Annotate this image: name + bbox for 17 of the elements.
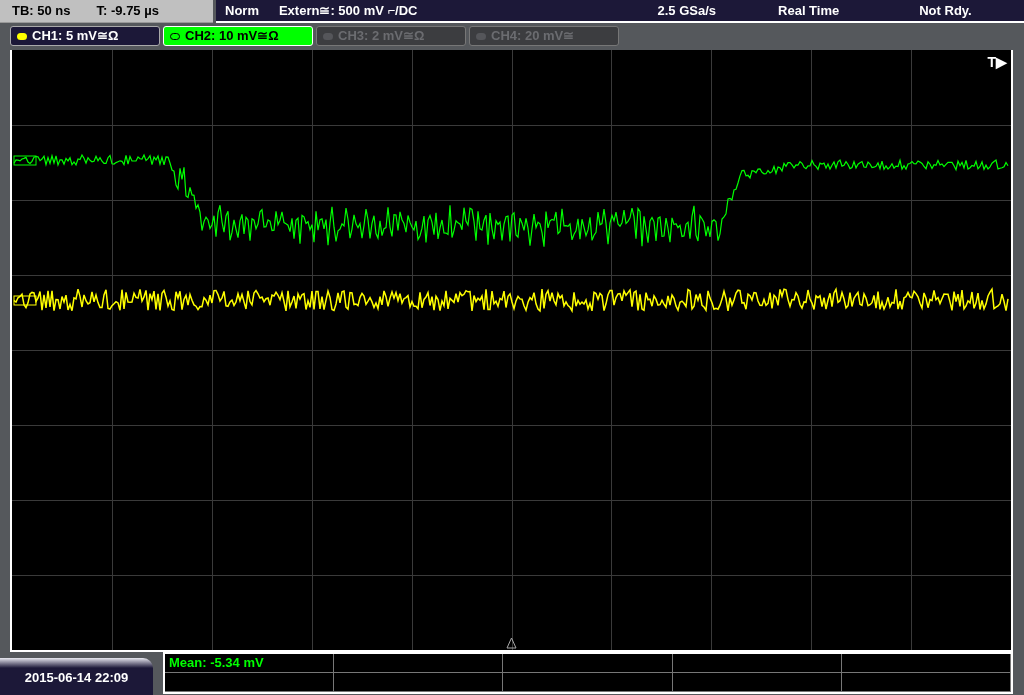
trigger-time-label: T: -9.75 µs bbox=[96, 2, 159, 21]
channel-marker-icon bbox=[13, 155, 37, 166]
channel-marker-icon bbox=[13, 295, 37, 306]
measurement-value: Mean: -5.34 mV bbox=[165, 654, 335, 673]
acquisition-mode-label: Real Time bbox=[778, 1, 840, 20]
channel-indicator-icon bbox=[476, 32, 486, 40]
sample-rate-label: 2.5 GSa/s bbox=[657, 1, 717, 20]
trigger-source-label: Extern≅: 500 mV ⌐/DC bbox=[278, 1, 418, 20]
date-time-label: 2015-06-14 22:09 bbox=[0, 658, 153, 695]
channel-indicator-icon bbox=[323, 32, 333, 40]
trigger-position-icon bbox=[506, 637, 517, 649]
timebase-label: TB: 50 ns bbox=[12, 2, 71, 21]
channel-tab[interactable]: CH1: 5 mV≅Ω bbox=[10, 26, 160, 46]
trigger-mode-label: Norm bbox=[225, 1, 259, 20]
status-label: Not Rdy. bbox=[919, 1, 972, 20]
channel-tab[interactable]: CH2: 10 mV≅Ω bbox=[163, 26, 313, 46]
trigger-label: T▶ bbox=[987, 53, 1007, 72]
